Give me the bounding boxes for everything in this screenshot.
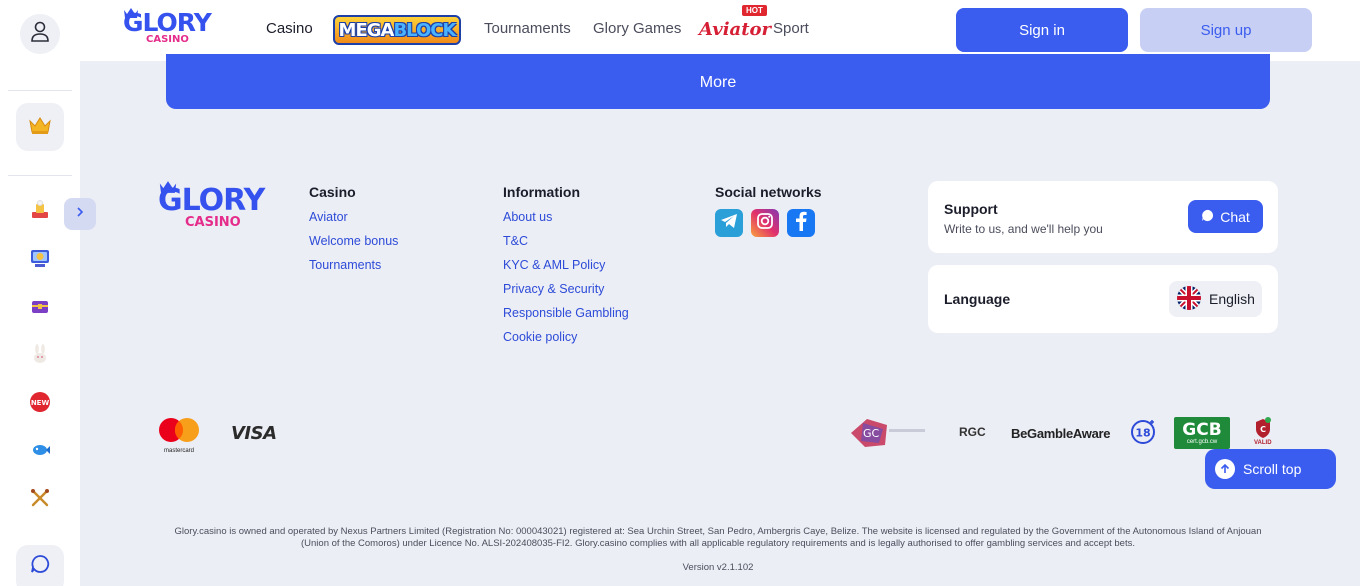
svg-text:NEW: NEW bbox=[31, 399, 50, 407]
scroll-top-button[interactable]: Scroll top bbox=[1205, 449, 1336, 489]
footer-link-tc[interactable]: T&C bbox=[503, 234, 528, 248]
rail-item-fish[interactable] bbox=[28, 440, 52, 464]
hot-badge: HOT bbox=[742, 5, 767, 16]
support-subtitle: Write to us, and we'll help you bbox=[944, 222, 1103, 236]
chat-icon bbox=[29, 553, 51, 580]
footer-link-kyc-aml[interactable]: KYC & AML Policy bbox=[503, 258, 605, 272]
footer-link-aviator[interactable]: Aviator bbox=[309, 210, 348, 224]
header-logo[interactable]: GLORY CASINO bbox=[123, 8, 212, 45]
crown-icon bbox=[159, 181, 177, 193]
rail-item-chest[interactable] bbox=[28, 296, 52, 320]
chat-button[interactable]: Chat bbox=[1188, 200, 1263, 233]
information-column-title: Information bbox=[503, 184, 580, 200]
chat-bubble-icon bbox=[1201, 209, 1214, 225]
age-label: 18 bbox=[1135, 427, 1150, 440]
profile-icon bbox=[30, 21, 50, 48]
crossed-swords-icon bbox=[29, 487, 51, 514]
rail-item-swords[interactable] bbox=[28, 488, 52, 512]
profile-button[interactable] bbox=[20, 14, 60, 54]
support-title: Support bbox=[944, 201, 998, 217]
footer-logo[interactable]: GLORY CASINO bbox=[158, 181, 265, 229]
nav-tournaments[interactable]: Tournaments bbox=[484, 20, 571, 37]
legal-text: Glory.casino is owned and operated by Ne… bbox=[174, 526, 1262, 549]
footer-link-privacy[interactable]: Privacy & Security bbox=[503, 282, 604, 296]
rail-item-new[interactable]: NEW bbox=[28, 391, 52, 418]
support-card: Support Write to us, and we'll help you … bbox=[928, 181, 1278, 253]
svg-text:C: C bbox=[1260, 425, 1266, 434]
rail-divider bbox=[8, 90, 72, 91]
game-icon bbox=[29, 199, 51, 226]
age-18-icon: 18 bbox=[1130, 419, 1156, 450]
chevron-right-icon bbox=[75, 205, 85, 223]
megablock-right-text: BLOCK bbox=[393, 19, 456, 41]
uk-flag-icon bbox=[1177, 285, 1201, 313]
footer-link-about-us[interactable]: About us bbox=[503, 210, 552, 224]
nav-glory-games[interactable]: Glory Games bbox=[593, 20, 681, 37]
footer-link-responsible-gambling[interactable]: Responsible Gambling bbox=[503, 306, 629, 320]
rail-chat-button[interactable] bbox=[16, 545, 64, 586]
gc-licence-logo: GC bbox=[849, 417, 929, 454]
rail-divider bbox=[8, 175, 72, 176]
telegram-icon bbox=[720, 213, 738, 234]
footer-link-cookie-policy[interactable]: Cookie policy bbox=[503, 330, 577, 344]
gcb-logo: GCB cert.gcb.cw bbox=[1174, 417, 1230, 449]
instagram-icon bbox=[756, 212, 774, 235]
mastercard-label: mastercard bbox=[163, 448, 194, 454]
nav-casino[interactable]: Casino bbox=[266, 20, 313, 37]
gc-logo-text: GC bbox=[863, 427, 880, 440]
begambleaware-logo: BeGambleAware bbox=[1011, 426, 1111, 441]
nav-megablock[interactable]: MEGA BLOCK bbox=[333, 15, 461, 45]
valid-label: VALID bbox=[1254, 440, 1272, 446]
scroll-top-label: Scroll top bbox=[1243, 461, 1302, 477]
language-current: English bbox=[1209, 291, 1255, 307]
facebook-link[interactable] bbox=[787, 209, 815, 237]
mastercard-logo: mastercard bbox=[158, 417, 200, 454]
facebook-icon bbox=[794, 211, 808, 236]
casino-column-title: Casino bbox=[309, 184, 356, 200]
visa-logo: VISA bbox=[231, 423, 277, 444]
vip-button[interactable] bbox=[16, 103, 64, 151]
new-badge-icon: NEW bbox=[29, 391, 51, 418]
rabbit-icon bbox=[29, 343, 51, 370]
rail-item-rabbit[interactable] bbox=[28, 343, 52, 370]
language-title: Language bbox=[944, 291, 1011, 307]
language-selector[interactable]: English bbox=[1169, 281, 1262, 317]
social-column-title: Social networks bbox=[715, 184, 822, 200]
treasure-chest-icon bbox=[29, 295, 51, 322]
sign-in-button[interactable]: Sign in bbox=[956, 8, 1128, 52]
footer-link-tournaments[interactable]: Tournaments bbox=[309, 258, 381, 272]
slot-machine-icon bbox=[29, 247, 51, 274]
megablock-left-text: MEGA bbox=[338, 19, 395, 41]
arrow-up-icon bbox=[1215, 459, 1235, 479]
version-label: Version v2.1.102 bbox=[682, 562, 754, 573]
gcb-subtitle: cert.gcb.cw bbox=[1186, 438, 1218, 445]
gcb-title: GCB bbox=[1182, 419, 1222, 440]
left-rail: NEW bbox=[0, 0, 80, 586]
footer-link-welcome-bonus[interactable]: Welcome bonus bbox=[309, 234, 398, 248]
chat-button-label: Chat bbox=[1220, 208, 1250, 225]
language-card: Language English bbox=[928, 265, 1278, 333]
telegram-link[interactable] bbox=[715, 209, 743, 237]
crown-icon bbox=[124, 8, 138, 18]
nav-sport[interactable]: Sport bbox=[773, 20, 809, 37]
fish-icon bbox=[29, 439, 51, 466]
rail-item-slots[interactable] bbox=[28, 248, 52, 272]
nav-aviator[interactable]: Aviator bbox=[699, 19, 771, 40]
expand-sidebar-button[interactable] bbox=[64, 198, 96, 230]
instagram-link[interactable] bbox=[751, 209, 779, 237]
top-header: GLORY CASINO Casino MEGA BLOCK Tournament… bbox=[80, 0, 1360, 61]
rgc-logo: RGC bbox=[959, 425, 986, 439]
more-button[interactable]: More bbox=[166, 54, 1270, 109]
crown-icon bbox=[28, 115, 52, 140]
rail-item-game[interactable] bbox=[28, 199, 52, 226]
sign-up-button[interactable]: Sign up bbox=[1140, 8, 1312, 52]
